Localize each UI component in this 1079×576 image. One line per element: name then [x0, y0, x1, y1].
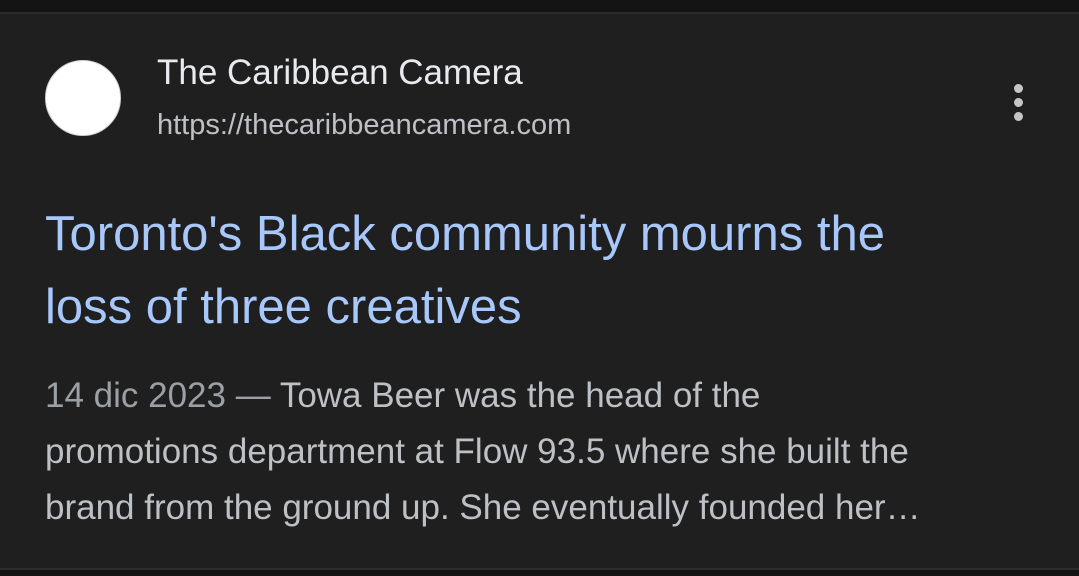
- more-vert-icon: [1013, 83, 1023, 93]
- source-url[interactable]: https://thecaribbeancamera.com: [157, 107, 571, 143]
- source-name[interactable]: The Caribbean Camera: [157, 52, 523, 94]
- result-date: 14 dic 2023: [45, 376, 226, 415]
- snippet-separator: —: [225, 376, 280, 415]
- snippet-line-2: promotions department at Flow 93.5 where…: [45, 432, 909, 471]
- more-vert-icon-dot: [1013, 97, 1023, 107]
- top-divider: [0, 0, 1079, 14]
- result-title-line-1: Toronto's Black community mourns the: [45, 207, 885, 261]
- site-favicon-icon[interactable]: [45, 60, 121, 136]
- result-snippet: 14 dic 2023 — Towa Beer was the head of …: [45, 368, 1045, 536]
- result-title-line-2: loss of three creatives: [45, 280, 522, 334]
- result-title-link[interactable]: Toronto's Black community mourns the los…: [45, 198, 1045, 344]
- more-options-button[interactable]: [998, 80, 1038, 124]
- snippet-line-1: Towa Beer was the head of the: [279, 376, 761, 415]
- bottom-divider: [0, 568, 1079, 576]
- snippet-line-3: brand from the ground up. She eventually…: [45, 488, 921, 527]
- more-vert-icon-dot: [1013, 111, 1023, 121]
